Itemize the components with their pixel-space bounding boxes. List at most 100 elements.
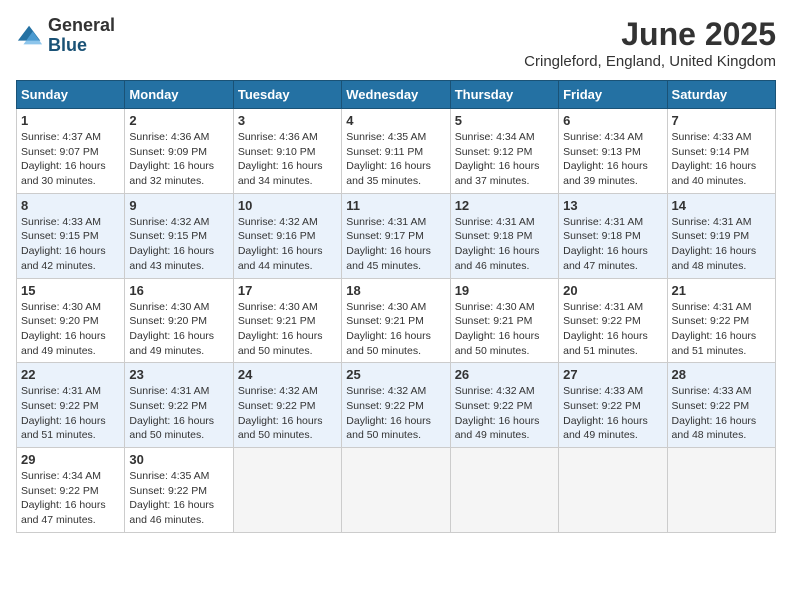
table-row: 29 Sunrise: 4:34 AMSunset: 9:22 PMDayligh… xyxy=(17,448,125,533)
page-header: General Blue June 2025 Cringleford, Engl… xyxy=(16,16,776,70)
table-row: 13 Sunrise: 4:31 AMSunset: 9:18 PMDayligh… xyxy=(559,193,667,278)
day-number: 15 xyxy=(21,283,120,298)
day-info: Sunrise: 4:31 AMSunset: 9:22 PMDaylight:… xyxy=(672,300,771,359)
table-row xyxy=(233,448,341,533)
col-saturday: Saturday xyxy=(667,81,775,109)
day-info: Sunrise: 4:33 AMSunset: 9:22 PMDaylight:… xyxy=(672,384,771,443)
day-info: Sunrise: 4:31 AMSunset: 9:17 PMDaylight:… xyxy=(346,215,445,274)
table-row: 4 Sunrise: 4:35 AMSunset: 9:11 PMDaylight… xyxy=(342,109,450,194)
table-row: 23Sunrise: 4:31 AMSunset: 9:22 PMDayligh… xyxy=(125,363,233,448)
day-number: 22 xyxy=(21,367,120,382)
logo-general-text: General xyxy=(48,16,115,36)
day-info: Sunrise: 4:30 AMSunset: 9:21 PMDaylight:… xyxy=(455,300,554,359)
logo: General Blue xyxy=(16,16,115,56)
day-number: 23 xyxy=(129,367,228,382)
col-sunday: Sunday xyxy=(17,81,125,109)
day-number: 17 xyxy=(238,283,337,298)
col-friday: Friday xyxy=(559,81,667,109)
day-info: Sunrise: 4:30 AMSunset: 9:20 PMDaylight:… xyxy=(21,300,120,359)
day-number: 20 xyxy=(563,283,662,298)
day-number: 11 xyxy=(346,198,445,213)
day-info: Sunrise: 4:36 AMSunset: 9:09 PMDaylight:… xyxy=(129,130,228,189)
day-info: Sunrise: 4:31 AMSunset: 9:22 PMDaylight:… xyxy=(563,300,662,359)
day-info: Sunrise: 4:34 AMSunset: 9:22 PMDaylight:… xyxy=(21,469,120,528)
table-row: 5Sunrise: 4:34 AMSunset: 9:12 PMDaylight… xyxy=(450,109,558,194)
table-row: 26 Sunrise: 4:32 AMSunset: 9:22 PMDayligh… xyxy=(450,363,558,448)
day-number: 29 xyxy=(21,452,120,467)
table-row: 1Sunrise: 4:37 AMSunset: 9:07 PMDaylight… xyxy=(17,109,125,194)
month-title: June 2025 xyxy=(524,16,776,53)
table-row: 17 Sunrise: 4:30 AMSunset: 9:21 PMDayligh… xyxy=(233,278,341,363)
table-row: 12 Sunrise: 4:31 AMSunset: 9:18 PMDayligh… xyxy=(450,193,558,278)
day-info: Sunrise: 4:31 AMSunset: 9:19 PMDaylight:… xyxy=(672,215,771,274)
table-row xyxy=(450,448,558,533)
day-number: 7 xyxy=(672,113,771,128)
logo-icon xyxy=(16,22,44,50)
day-number: 24 xyxy=(238,367,337,382)
calendar-week-row: 22Sunrise: 4:31 AMSunset: 9:22 PMDayligh… xyxy=(17,363,776,448)
day-number: 16 xyxy=(129,283,228,298)
table-row: 11 Sunrise: 4:31 AMSunset: 9:17 PMDayligh… xyxy=(342,193,450,278)
col-thursday: Thursday xyxy=(450,81,558,109)
day-number: 25 xyxy=(346,367,445,382)
title-block: June 2025 Cringleford, England, United K… xyxy=(524,16,776,70)
table-row: 19 Sunrise: 4:30 AMSunset: 9:21 PMDayligh… xyxy=(450,278,558,363)
day-info: Sunrise: 4:35 AMSunset: 9:22 PMDaylight:… xyxy=(129,469,228,528)
table-row: 25 Sunrise: 4:32 AMSunset: 9:22 PMDayligh… xyxy=(342,363,450,448)
day-number: 13 xyxy=(563,198,662,213)
day-number: 30 xyxy=(129,452,228,467)
table-row: 16 Sunrise: 4:30 AMSunset: 9:20 PMDayligh… xyxy=(125,278,233,363)
day-info: Sunrise: 4:30 AMSunset: 9:20 PMDaylight:… xyxy=(129,300,228,359)
day-info: Sunrise: 4:35 AMSunset: 9:11 PMDaylight:… xyxy=(346,130,445,189)
calendar-week-row: 1Sunrise: 4:37 AMSunset: 9:07 PMDaylight… xyxy=(17,109,776,194)
table-row: 14 Sunrise: 4:31 AMSunset: 9:19 PMDayligh… xyxy=(667,193,775,278)
table-row: 6 Sunrise: 4:34 AMSunset: 9:13 PMDaylight… xyxy=(559,109,667,194)
logo-blue-text: Blue xyxy=(48,36,115,56)
day-info: Sunrise: 4:32 AMSunset: 9:22 PMDaylight:… xyxy=(238,384,337,443)
table-row: 28 Sunrise: 4:33 AMSunset: 9:22 PMDayligh… xyxy=(667,363,775,448)
day-info: Sunrise: 4:31 AMSunset: 9:18 PMDaylight:… xyxy=(563,215,662,274)
calendar-week-row: 15 Sunrise: 4:30 AMSunset: 9:20 PMDayligh… xyxy=(17,278,776,363)
day-number: 10 xyxy=(238,198,337,213)
calendar-header-row: Sunday Monday Tuesday Wednesday Thursday… xyxy=(17,81,776,109)
location-text: Cringleford, England, United Kingdom xyxy=(524,53,776,70)
day-number: 21 xyxy=(672,283,771,298)
col-wednesday: Wednesday xyxy=(342,81,450,109)
day-number: 4 xyxy=(346,113,445,128)
calendar-week-row: 29 Sunrise: 4:34 AMSunset: 9:22 PMDayligh… xyxy=(17,448,776,533)
day-number: 1 xyxy=(21,113,120,128)
day-info: Sunrise: 4:32 AMSunset: 9:16 PMDaylight:… xyxy=(238,215,337,274)
day-number: 3 xyxy=(238,113,337,128)
day-info: Sunrise: 4:30 AMSunset: 9:21 PMDaylight:… xyxy=(346,300,445,359)
day-info: Sunrise: 4:32 AMSunset: 9:22 PMDaylight:… xyxy=(346,384,445,443)
day-number: 14 xyxy=(672,198,771,213)
table-row xyxy=(667,448,775,533)
table-row xyxy=(342,448,450,533)
day-info: Sunrise: 4:36 AMSunset: 9:10 PMDaylight:… xyxy=(238,130,337,189)
day-number: 5 xyxy=(455,113,554,128)
calendar-table: Sunday Monday Tuesday Wednesday Thursday… xyxy=(16,80,776,533)
day-number: 26 xyxy=(455,367,554,382)
day-number: 8 xyxy=(21,198,120,213)
day-info: Sunrise: 4:34 AMSunset: 9:13 PMDaylight:… xyxy=(563,130,662,189)
day-info: Sunrise: 4:32 AMSunset: 9:15 PMDaylight:… xyxy=(129,215,228,274)
table-row: 9 Sunrise: 4:32 AMSunset: 9:15 PMDaylight… xyxy=(125,193,233,278)
col-monday: Monday xyxy=(125,81,233,109)
day-info: Sunrise: 4:33 AMSunset: 9:15 PMDaylight:… xyxy=(21,215,120,274)
day-number: 28 xyxy=(672,367,771,382)
day-number: 6 xyxy=(563,113,662,128)
day-number: 9 xyxy=(129,198,228,213)
day-info: Sunrise: 4:31 AMSunset: 9:18 PMDaylight:… xyxy=(455,215,554,274)
table-row: 30 Sunrise: 4:35 AMSunset: 9:22 PMDayligh… xyxy=(125,448,233,533)
day-info: Sunrise: 4:30 AMSunset: 9:21 PMDaylight:… xyxy=(238,300,337,359)
day-number: 27 xyxy=(563,367,662,382)
table-row: 7Sunrise: 4:33 AMSunset: 9:14 PMDaylight… xyxy=(667,109,775,194)
day-number: 19 xyxy=(455,283,554,298)
calendar-week-row: 8 Sunrise: 4:33 AMSunset: 9:15 PMDaylight… xyxy=(17,193,776,278)
col-tuesday: Tuesday xyxy=(233,81,341,109)
day-number: 18 xyxy=(346,283,445,298)
day-number: 12 xyxy=(455,198,554,213)
day-info: Sunrise: 4:33 AMSunset: 9:22 PMDaylight:… xyxy=(563,384,662,443)
table-row: 22Sunrise: 4:31 AMSunset: 9:22 PMDayligh… xyxy=(17,363,125,448)
day-info: Sunrise: 4:32 AMSunset: 9:22 PMDaylight:… xyxy=(455,384,554,443)
